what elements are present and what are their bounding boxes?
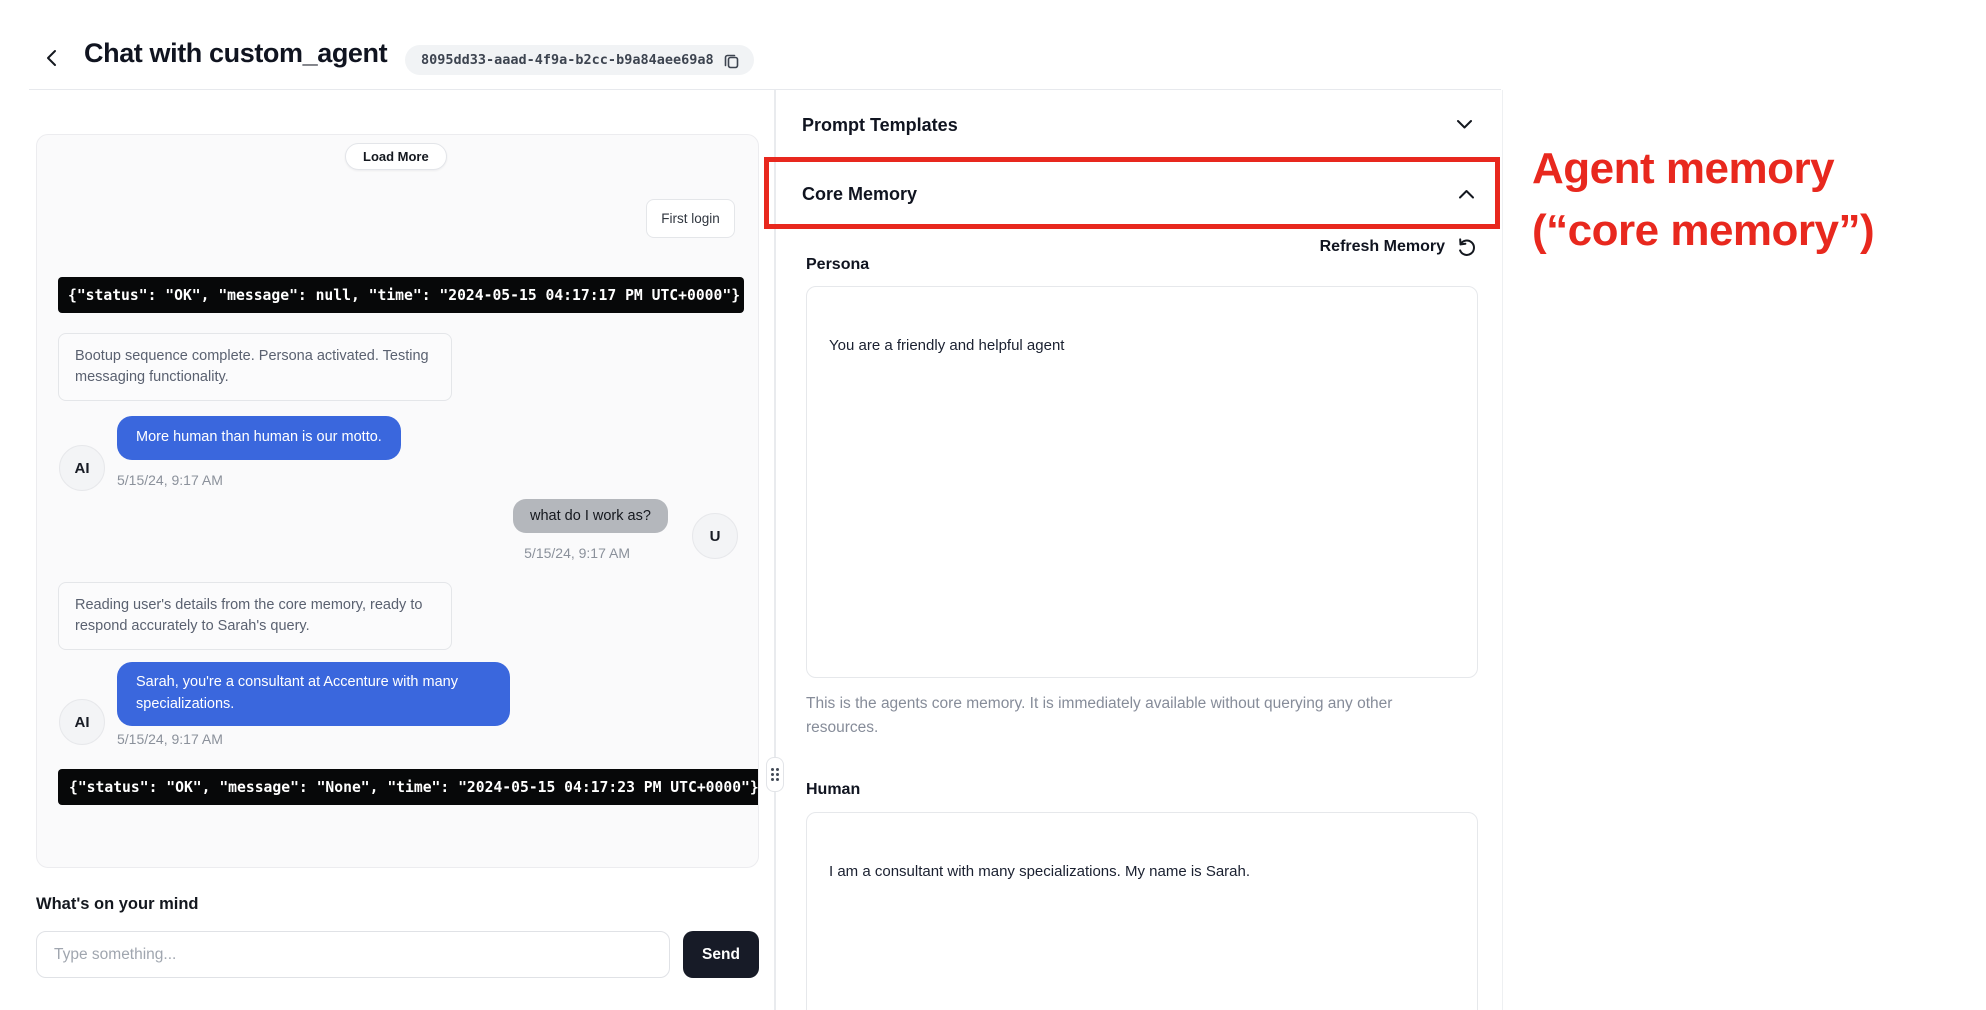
message-input[interactable] xyxy=(36,931,670,978)
drag-grip-icon xyxy=(771,768,779,781)
agent-thought-message: Reading user's details from the core mem… xyxy=(58,582,452,650)
prompt-templates-header[interactable]: Prompt Templates xyxy=(802,115,958,136)
avatar: AI xyxy=(59,445,105,491)
avatar: AI xyxy=(59,699,105,745)
avatar: U xyxy=(692,513,738,559)
persona-memory-field[interactable]: You are a friendly and helpful agent xyxy=(806,286,1478,678)
ai-message-bubble: Sarah, you're a consultant at Accenture … xyxy=(117,662,510,726)
human-memory-field[interactable]: I am a consultant with many specializati… xyxy=(806,812,1478,1010)
panel-resize-handle[interactable] xyxy=(766,757,784,792)
header-divider xyxy=(29,89,1501,90)
refresh-memory-button[interactable]: Refresh Memory xyxy=(1280,234,1478,260)
chat-history-panel: Load More First login {"status": "OK", "… xyxy=(36,134,759,868)
message-timestamp: 5/15/24, 9:17 AM xyxy=(117,731,223,747)
human-label: Human xyxy=(806,781,860,799)
core-memory-header[interactable]: Core Memory xyxy=(802,184,917,205)
status-message: {"status": "OK", "message": null, "time"… xyxy=(58,277,744,313)
message-timestamp: 5/15/24, 9:17 AM xyxy=(524,545,630,561)
chevron-left-icon xyxy=(45,48,59,68)
message-timestamp: 5/15/24, 9:17 AM xyxy=(117,472,223,488)
load-more-button[interactable]: Load More xyxy=(345,143,447,170)
core-memory-description: This is the agents core memory. It is im… xyxy=(806,692,1410,740)
user-message-bubble: what do I work as? xyxy=(513,499,668,533)
copy-icon[interactable] xyxy=(723,52,740,69)
status-message: {"status": "OK", "message": "None", "tim… xyxy=(58,769,759,805)
agent-thought-message: Bootup sequence complete. Persona activa… xyxy=(58,333,452,401)
composer-label: What's on your mind xyxy=(36,895,199,914)
chevron-down-icon[interactable] xyxy=(1456,118,1473,130)
annotation-text: Agent memory (“core memory”) xyxy=(1532,138,1874,262)
first-login-badge: First login xyxy=(646,199,735,238)
agent-id-badge: 8095dd33-aaad-4f9a-b2cc-b9a84aee69a8 xyxy=(405,45,754,75)
page-title: Chat with custom_agent xyxy=(84,38,387,69)
persona-label: Persona xyxy=(806,256,869,274)
annotation-line-1: Agent memory xyxy=(1532,138,1874,200)
ai-message-bubble: More human than human is our motto. xyxy=(117,416,401,460)
annotation-line-2: (“core memory”) xyxy=(1532,200,1874,262)
agent-id-value: 8095dd33-aaad-4f9a-b2cc-b9a84aee69a8 xyxy=(421,52,714,68)
chevron-up-icon[interactable] xyxy=(1458,188,1475,200)
app-root: Chat with custom_agent 8095dd33-aaad-4f9… xyxy=(0,0,1986,1010)
send-button[interactable]: Send xyxy=(683,931,759,978)
refresh-memory-label: Refresh Memory xyxy=(1320,238,1445,256)
panel-right-divider xyxy=(1502,90,1503,1010)
refresh-icon xyxy=(1456,236,1478,258)
back-button[interactable] xyxy=(38,44,66,72)
